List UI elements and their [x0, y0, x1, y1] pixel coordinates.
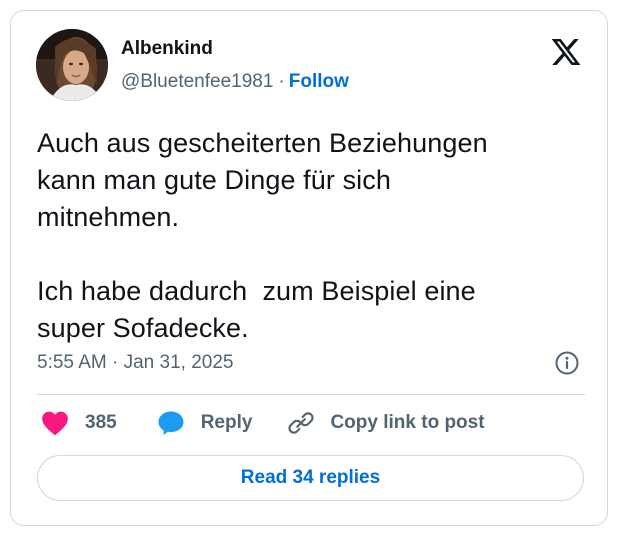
embedded-post-card: Albenkind @Bluetenfee1981 · Follow Auch au…	[10, 10, 608, 526]
read-replies-label: Read 34 replies	[240, 467, 381, 488]
handle-separator: ·	[278, 71, 285, 92]
reply-label: Reply	[200, 412, 253, 433]
read-replies-button[interactable]: Read 34 replies	[37, 455, 584, 501]
post-timestamp[interactable]: 5:55 AM · Jan 31, 2025	[37, 351, 233, 375]
copy-link-button[interactable]: Copy link to post	[288, 410, 485, 436]
divider	[37, 394, 585, 395]
author-display-name[interactable]: Albenkind	[121, 37, 213, 61]
author-handle-row: @Bluetenfee1981 · Follow	[121, 70, 349, 94]
author-handle[interactable]: @Bluetenfee1981	[121, 71, 273, 92]
reply-button[interactable]: Reply	[157, 410, 253, 436]
reply-bubble-icon	[158, 411, 184, 435]
info-icon[interactable]	[554, 350, 580, 376]
avatar-photo	[36, 29, 108, 101]
link-icon	[288, 412, 315, 434]
copy-link-label: Copy link to post	[330, 412, 485, 433]
avatar[interactable]	[36, 29, 108, 101]
post-paragraph-2: Ich habe dadurch zum Beispiel eine super…	[37, 276, 476, 343]
heart-icon	[42, 411, 68, 436]
like-count: 385	[85, 412, 117, 433]
x-logo-icon[interactable]	[550, 36, 582, 68]
post-paragraph-1: Auch aus gescheiterten Beziehungen kann …	[37, 128, 488, 232]
like-button[interactable]: 385	[41, 410, 117, 436]
post-text: Auch aus gescheiterten Beziehungen kann …	[37, 125, 589, 347]
action-bar: 385 Reply Copy link to post	[37, 409, 485, 437]
follow-button[interactable]: Follow	[289, 71, 349, 92]
